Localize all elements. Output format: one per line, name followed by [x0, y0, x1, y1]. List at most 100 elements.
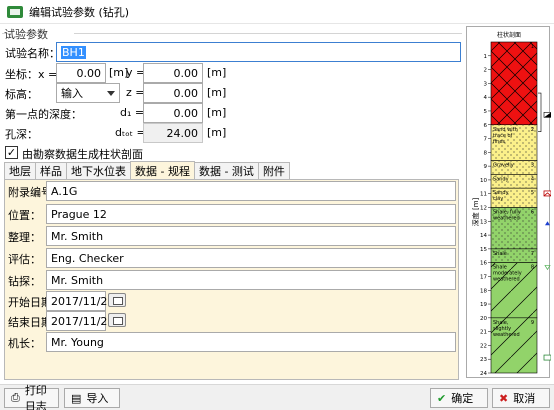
profile-layer-number: 3	[531, 163, 534, 169]
tab-layers[interactable]: 地层	[4, 162, 36, 179]
evaluated-label: 评估：	[8, 253, 41, 266]
profile-tick-label: 5	[484, 109, 488, 115]
tab-attachments[interactable]: 附件	[257, 162, 290, 179]
tab-samples[interactable]: 样品	[35, 162, 67, 179]
arranged-input[interactable]: Mr. Smith	[46, 226, 456, 246]
profile-tick-label: 20	[480, 316, 487, 322]
z-unit: [m]	[207, 86, 227, 99]
groundwater-icon	[545, 221, 550, 226]
app-icon	[7, 4, 23, 20]
x-input[interactable]: 0.00	[56, 63, 106, 83]
elevation-mode-value: 输入	[61, 87, 83, 100]
profile-tick-label: 15	[480, 247, 487, 253]
profile-layer-label: clay	[493, 196, 503, 202]
profile-layer-label: weathered	[493, 332, 520, 338]
import-icon: ▤	[71, 391, 82, 405]
import-label: 导入	[86, 392, 109, 405]
profile-axis-label: 深度 [m]	[471, 197, 480, 226]
profile-tick-label: 1	[484, 54, 488, 60]
print-log-button[interactable]: ⎙ 打印日志	[4, 384, 59, 410]
borehole-profile-graphic: 柱状剖面 1Sand withtrace offines2Gravelly 3Sa…	[471, 31, 552, 377]
ok-button[interactable]: ✔ 确定	[430, 388, 488, 408]
profile-layer-label: weathered	[493, 277, 520, 283]
z-input[interactable]: 0.00	[143, 83, 203, 103]
profile-tick-label: 23	[480, 357, 487, 363]
arranged-label: 整理：	[8, 231, 41, 244]
drilled-input[interactable]: Mr. Smith	[46, 270, 456, 290]
profile-tick-label: 12	[480, 206, 487, 212]
chief-input[interactable]: Mr. Young	[46, 332, 456, 352]
elevation-mode-select[interactable]: 输入	[56, 83, 120, 103]
borehole-profile: 柱状剖面 1 Sand with trace of fines 2 Gravelly 3 Sa…	[466, 26, 552, 378]
profile-layer-number: 7	[531, 251, 534, 257]
z-label: z =	[126, 86, 145, 99]
profile-layer-hatch	[491, 42, 537, 125]
generate-profile-checkbox[interactable]: ✓	[5, 146, 18, 159]
hole-depth-label: 孔深：	[5, 128, 38, 141]
profile-layer-number: 4	[531, 176, 534, 182]
profile-tick-label: 2	[484, 68, 488, 74]
profile-layer-number: 5	[531, 190, 534, 196]
start-date-calendar-icon[interactable]	[108, 293, 126, 307]
start-date-input[interactable]: 2017/11/22	[46, 291, 114, 311]
d1-label: d₁ =	[120, 106, 145, 119]
window-title: 编辑试验参数 (钻孔)	[29, 5, 130, 19]
profile-tick-label: 21	[480, 330, 487, 336]
evaluated-input[interactable]: Eng. Checker	[46, 248, 456, 268]
cancel-button[interactable]: ✖ 取消	[492, 388, 550, 408]
profile-layer-label: Shale	[493, 251, 507, 257]
profile-layer-label: weathered	[493, 216, 520, 222]
group-divider	[74, 33, 462, 34]
cross-icon: ✖	[499, 391, 509, 405]
y-input[interactable]: 0.00	[143, 63, 203, 83]
dtot-label: dₜₒₜ =	[115, 126, 146, 139]
profile-tick-label: 3	[484, 81, 488, 87]
profile-tick-label: 18	[480, 288, 487, 294]
coordinates-label: 坐标：x =	[5, 68, 58, 81]
ok-label: 确定	[451, 392, 474, 405]
location-input[interactable]: Prague 12	[46, 204, 456, 224]
dtot-unit: [m]	[207, 126, 227, 139]
test-name-input[interactable]: BH1	[56, 42, 461, 62]
elevation-label: 标高：	[5, 88, 38, 101]
drilled-label: 钻探：	[8, 275, 41, 288]
end-date-calendar-icon[interactable]	[108, 313, 126, 327]
tab-data-protocol[interactable]: 数据 - 规程	[130, 161, 195, 179]
sample-bracket-icon	[538, 92, 542, 132]
profile-layer-number: 6	[531, 210, 534, 216]
profile-layer-label: Gravelly	[493, 163, 514, 169]
chief-label: 机长：	[8, 337, 41, 350]
profile-tick-label: 16	[480, 261, 487, 267]
check-icon: ✔	[437, 391, 447, 405]
location-label: 位置：	[8, 209, 41, 222]
dtot-input: 24.00	[143, 123, 203, 143]
end-date-input[interactable]: 2017/11/23	[46, 311, 114, 331]
profile-layer-number: 2	[531, 127, 534, 133]
printer-icon: ⎙	[11, 391, 20, 404]
profile-layer-number: 1	[531, 44, 534, 50]
cancel-label: 取消	[513, 392, 536, 405]
profile-tick-label: 14	[480, 233, 487, 239]
profile-tick-label: 24	[480, 371, 487, 377]
tab-groundwater[interactable]: 地下水位表	[66, 162, 131, 179]
profile-tick-label: 22	[480, 343, 487, 349]
profile-tick-label: 10	[480, 178, 487, 184]
profile-layer-number: 9	[531, 320, 534, 326]
group-legend: 试验参数	[4, 28, 48, 41]
profile-layer-label: Sandy	[493, 176, 509, 182]
tab-data-test[interactable]: 数据 - 测试	[193, 162, 259, 179]
y-unit: [m]	[207, 66, 227, 79]
profile-layer-number: 8	[531, 265, 534, 271]
d1-input[interactable]: 0.00	[143, 103, 203, 123]
profile-tick-label: 4	[484, 95, 488, 101]
first-point-depth-label: 第一点的深度：	[5, 108, 82, 121]
profile-tick-label: 6	[484, 123, 488, 129]
profile-tick-label: 17	[480, 274, 487, 280]
profile-layer-label: fines	[493, 139, 505, 145]
profile-tick-label: 13	[480, 219, 487, 225]
bottom-bar: ⎙ 打印日志 ▤ 导入 ✔ 确定 ✖ 取消	[0, 384, 554, 410]
import-button[interactable]: ▤ 导入	[64, 388, 120, 408]
profile-tick-label: 8	[484, 150, 488, 156]
appendix-input[interactable]: A.1G	[46, 181, 456, 201]
tab-bar: 地层 样品 地下水位表 数据 - 规程 数据 - 测试 附件	[4, 161, 290, 179]
